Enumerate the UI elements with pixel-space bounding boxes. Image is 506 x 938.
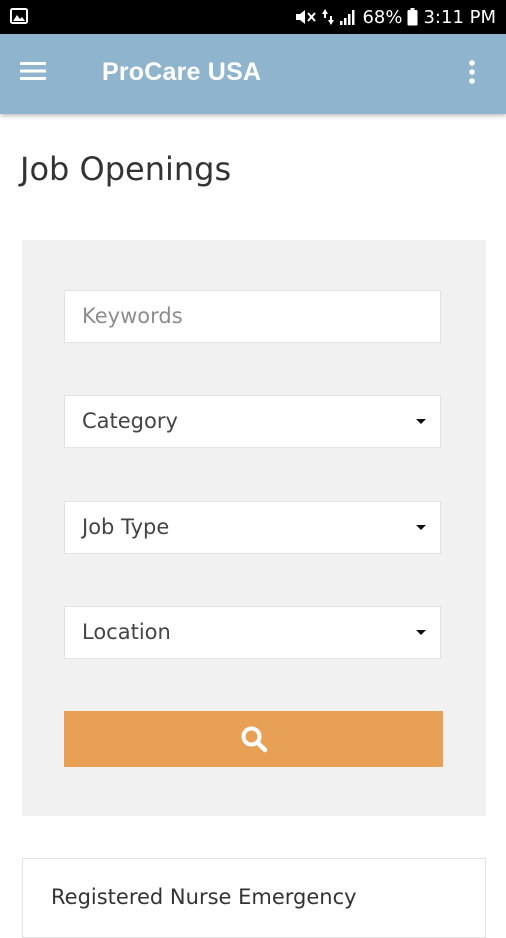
app-bar: ProCare USA bbox=[0, 34, 506, 114]
more-options-button[interactable] bbox=[468, 58, 488, 90]
status-icons: 68% 3:11 PM bbox=[295, 0, 496, 34]
battery-icon bbox=[407, 8, 418, 26]
search-icon bbox=[241, 726, 267, 753]
menu-button[interactable] bbox=[20, 60, 60, 90]
location-select[interactable]: Location bbox=[64, 606, 441, 659]
job-listing-card[interactable]: Registered Nurse Emergency bbox=[22, 858, 486, 938]
battery-percent: 68% bbox=[362, 6, 403, 28]
status-bar: 68% 3:11 PM bbox=[0, 0, 506, 34]
chevron-down-icon bbox=[416, 419, 426, 424]
job-type-select[interactable]: Job Type bbox=[64, 501, 441, 554]
job-type-select-value: Job Type bbox=[82, 515, 170, 539]
menu-icon bbox=[20, 62, 46, 80]
data-icon bbox=[322, 8, 335, 26]
chevron-down-icon bbox=[416, 525, 426, 530]
category-select[interactable]: Category bbox=[64, 395, 441, 448]
chevron-down-icon bbox=[416, 630, 426, 635]
job-title: Registered Nurse Emergency bbox=[51, 885, 357, 909]
image-notification-icon bbox=[10, 8, 28, 24]
category-select-value: Category bbox=[82, 409, 178, 433]
keywords-input[interactable]: Keywords bbox=[64, 290, 441, 343]
clock: 3:11 PM bbox=[423, 6, 496, 28]
job-search-panel: Keywords Category Job Type Location bbox=[22, 240, 486, 816]
search-button[interactable] bbox=[64, 711, 443, 767]
app-title: ProCare USA bbox=[102, 58, 262, 86]
location-select-value: Location bbox=[82, 620, 171, 644]
more-vert-icon bbox=[469, 60, 475, 84]
page-title: Job Openings bbox=[20, 150, 232, 188]
mute-icon bbox=[295, 8, 317, 26]
signal-icon bbox=[339, 8, 357, 26]
